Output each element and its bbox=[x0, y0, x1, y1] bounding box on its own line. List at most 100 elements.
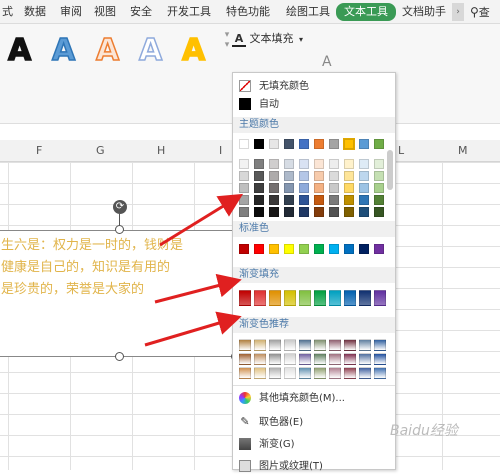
search-icon[interactable]: ⚲查 bbox=[470, 4, 500, 20]
theme-shade-swatch[interactable] bbox=[299, 159, 309, 169]
theme-shade-swatch[interactable] bbox=[344, 183, 354, 193]
theme-color-swatch[interactable] bbox=[239, 139, 249, 149]
theme-shade-swatch[interactable] bbox=[254, 159, 264, 169]
gradient-recommend-swatch[interactable] bbox=[314, 339, 326, 351]
theme-shade-swatch[interactable] bbox=[329, 207, 339, 217]
theme-shade-swatch[interactable] bbox=[269, 195, 279, 205]
theme-shade-swatch[interactable] bbox=[254, 207, 264, 217]
gradient-recommend-swatch[interactable] bbox=[239, 367, 251, 379]
theme-shade-swatch[interactable] bbox=[239, 195, 249, 205]
theme-color-swatch[interactable] bbox=[343, 138, 355, 150]
gradient-recommend-swatch[interactable] bbox=[284, 339, 296, 351]
gradient-recommend-swatch[interactable] bbox=[239, 353, 251, 365]
theme-shade-swatch[interactable] bbox=[299, 207, 309, 217]
theme-shade-swatch[interactable] bbox=[284, 207, 294, 217]
theme-shade-swatch[interactable] bbox=[344, 171, 354, 181]
theme-shade-swatch[interactable] bbox=[254, 183, 264, 193]
standard-color-swatch[interactable] bbox=[374, 244, 384, 254]
tab-2[interactable]: 审阅 bbox=[60, 4, 82, 20]
theme-color-swatch[interactable] bbox=[269, 139, 279, 149]
gradient-recommend-swatch[interactable] bbox=[284, 367, 296, 379]
picture-texture-item[interactable]: 图片或纹理(T) bbox=[239, 459, 323, 475]
gradient-recommend-swatch[interactable] bbox=[359, 353, 371, 365]
column-header-F[interactable]: F bbox=[36, 144, 42, 157]
theme-shade-swatch[interactable] bbox=[299, 183, 309, 193]
theme-shade-swatch[interactable] bbox=[359, 159, 369, 169]
theme-shade-swatch[interactable] bbox=[314, 195, 324, 205]
gradient-recommend-swatch[interactable] bbox=[374, 339, 386, 351]
tab-5[interactable]: 开发工具 bbox=[167, 4, 211, 20]
gradient-recommend-swatch[interactable] bbox=[374, 367, 386, 379]
theme-shade-swatch[interactable] bbox=[374, 183, 384, 193]
gradient-recommend-swatch[interactable] bbox=[254, 339, 266, 351]
gradient-recommend-swatch[interactable] bbox=[254, 353, 266, 365]
tab-1[interactable]: 数据 bbox=[24, 4, 46, 20]
gradient-fill-swatch[interactable] bbox=[314, 290, 326, 306]
resize-handle-bottom[interactable] bbox=[115, 352, 124, 361]
tab-6[interactable]: 特色功能 bbox=[226, 4, 270, 20]
theme-shade-swatch[interactable] bbox=[374, 159, 384, 169]
tab-3[interactable]: 视图 bbox=[94, 4, 116, 20]
theme-shade-swatch[interactable] bbox=[299, 171, 309, 181]
theme-shade-swatch[interactable] bbox=[329, 159, 339, 169]
theme-color-swatch[interactable] bbox=[329, 139, 339, 149]
gradient-recommend-swatch[interactable] bbox=[299, 367, 311, 379]
text-box[interactable]: 生六是：权力是一时的，钱财是 健康是自己的，知识是有用的 是珍贵的，荣誉是大家的 bbox=[0, 230, 236, 357]
theme-shade-swatch[interactable] bbox=[254, 171, 264, 181]
theme-shade-swatch[interactable] bbox=[254, 195, 264, 205]
theme-shade-swatch[interactable] bbox=[299, 195, 309, 205]
gradient-item[interactable]: 渐变(G) bbox=[239, 437, 295, 453]
theme-shade-swatch[interactable] bbox=[239, 159, 249, 169]
theme-shade-swatch[interactable] bbox=[284, 171, 294, 181]
theme-shade-swatch[interactable] bbox=[284, 183, 294, 193]
tab-0[interactable]: 式 bbox=[2, 4, 13, 20]
standard-color-swatch[interactable] bbox=[314, 244, 324, 254]
theme-shade-swatch[interactable] bbox=[359, 207, 369, 217]
gallery-expand-button[interactable]: ▾ ▾ bbox=[222, 30, 232, 70]
gradient-fill-swatch[interactable] bbox=[254, 290, 266, 306]
theme-shade-swatch[interactable] bbox=[314, 159, 324, 169]
gradient-recommend-swatch[interactable] bbox=[299, 339, 311, 351]
column-header-I[interactable]: I bbox=[219, 144, 222, 157]
text-fill-button[interactable]: A 文本填充 ▾ bbox=[232, 30, 303, 47]
theme-shade-swatch[interactable] bbox=[329, 195, 339, 205]
tab-8[interactable]: 文本工具 bbox=[336, 3, 396, 21]
text-box-content[interactable]: 生六是：权力是一时的，钱财是 健康是自己的，知识是有用的 是珍贵的，荣誉是大家的 bbox=[1, 235, 233, 301]
theme-shade-swatch[interactable] bbox=[284, 159, 294, 169]
text-art-style-2[interactable]: A bbox=[95, 33, 120, 69]
standard-color-swatch[interactable] bbox=[284, 244, 294, 254]
gradient-recommend-swatch[interactable] bbox=[284, 353, 296, 365]
eyedropper-item[interactable]: ✎ 取色器(E) bbox=[239, 415, 303, 431]
theme-shade-swatch[interactable] bbox=[314, 171, 324, 181]
more-colors-item[interactable]: 其他填充颜色(M)... bbox=[239, 391, 345, 407]
gradient-fill-swatch[interactable] bbox=[299, 290, 311, 306]
tab-scroll-right-button[interactable]: › bbox=[452, 3, 464, 21]
gradient-recommend-swatch[interactable] bbox=[299, 353, 311, 365]
theme-shade-swatch[interactable] bbox=[329, 183, 339, 193]
gradient-recommend-swatch[interactable] bbox=[344, 353, 356, 365]
standard-color-swatch[interactable] bbox=[299, 244, 309, 254]
gradient-recommend-swatch[interactable] bbox=[359, 339, 371, 351]
standard-color-swatch[interactable] bbox=[359, 244, 369, 254]
theme-color-swatch[interactable] bbox=[299, 139, 309, 149]
text-art-style-0[interactable]: A bbox=[7, 33, 32, 69]
theme-shade-swatch[interactable] bbox=[374, 171, 384, 181]
theme-shade-swatch[interactable] bbox=[344, 159, 354, 169]
gradient-recommend-swatch[interactable] bbox=[269, 339, 281, 351]
gradient-fill-swatch[interactable] bbox=[344, 290, 356, 306]
theme-shade-swatch[interactable] bbox=[359, 195, 369, 205]
text-art-style-3[interactable]: A bbox=[138, 33, 163, 69]
column-header-H[interactable]: H bbox=[157, 144, 165, 157]
resize-handle-top[interactable] bbox=[115, 225, 124, 234]
text-outline-icon[interactable]: A bbox=[322, 54, 332, 70]
tab-7[interactable]: 绘图工具 bbox=[286, 4, 330, 20]
text-art-style-4[interactable]: A bbox=[181, 33, 206, 69]
panel-scrollbar[interactable] bbox=[387, 150, 393, 190]
standard-color-swatch[interactable] bbox=[269, 244, 279, 254]
text-art-style-1[interactable]: A bbox=[51, 33, 76, 69]
theme-color-swatch[interactable] bbox=[284, 139, 294, 149]
gradient-recommend-swatch[interactable] bbox=[329, 353, 341, 365]
theme-shade-swatch[interactable] bbox=[239, 207, 249, 217]
theme-color-swatch[interactable] bbox=[374, 139, 384, 149]
theme-shade-swatch[interactable] bbox=[269, 207, 279, 217]
